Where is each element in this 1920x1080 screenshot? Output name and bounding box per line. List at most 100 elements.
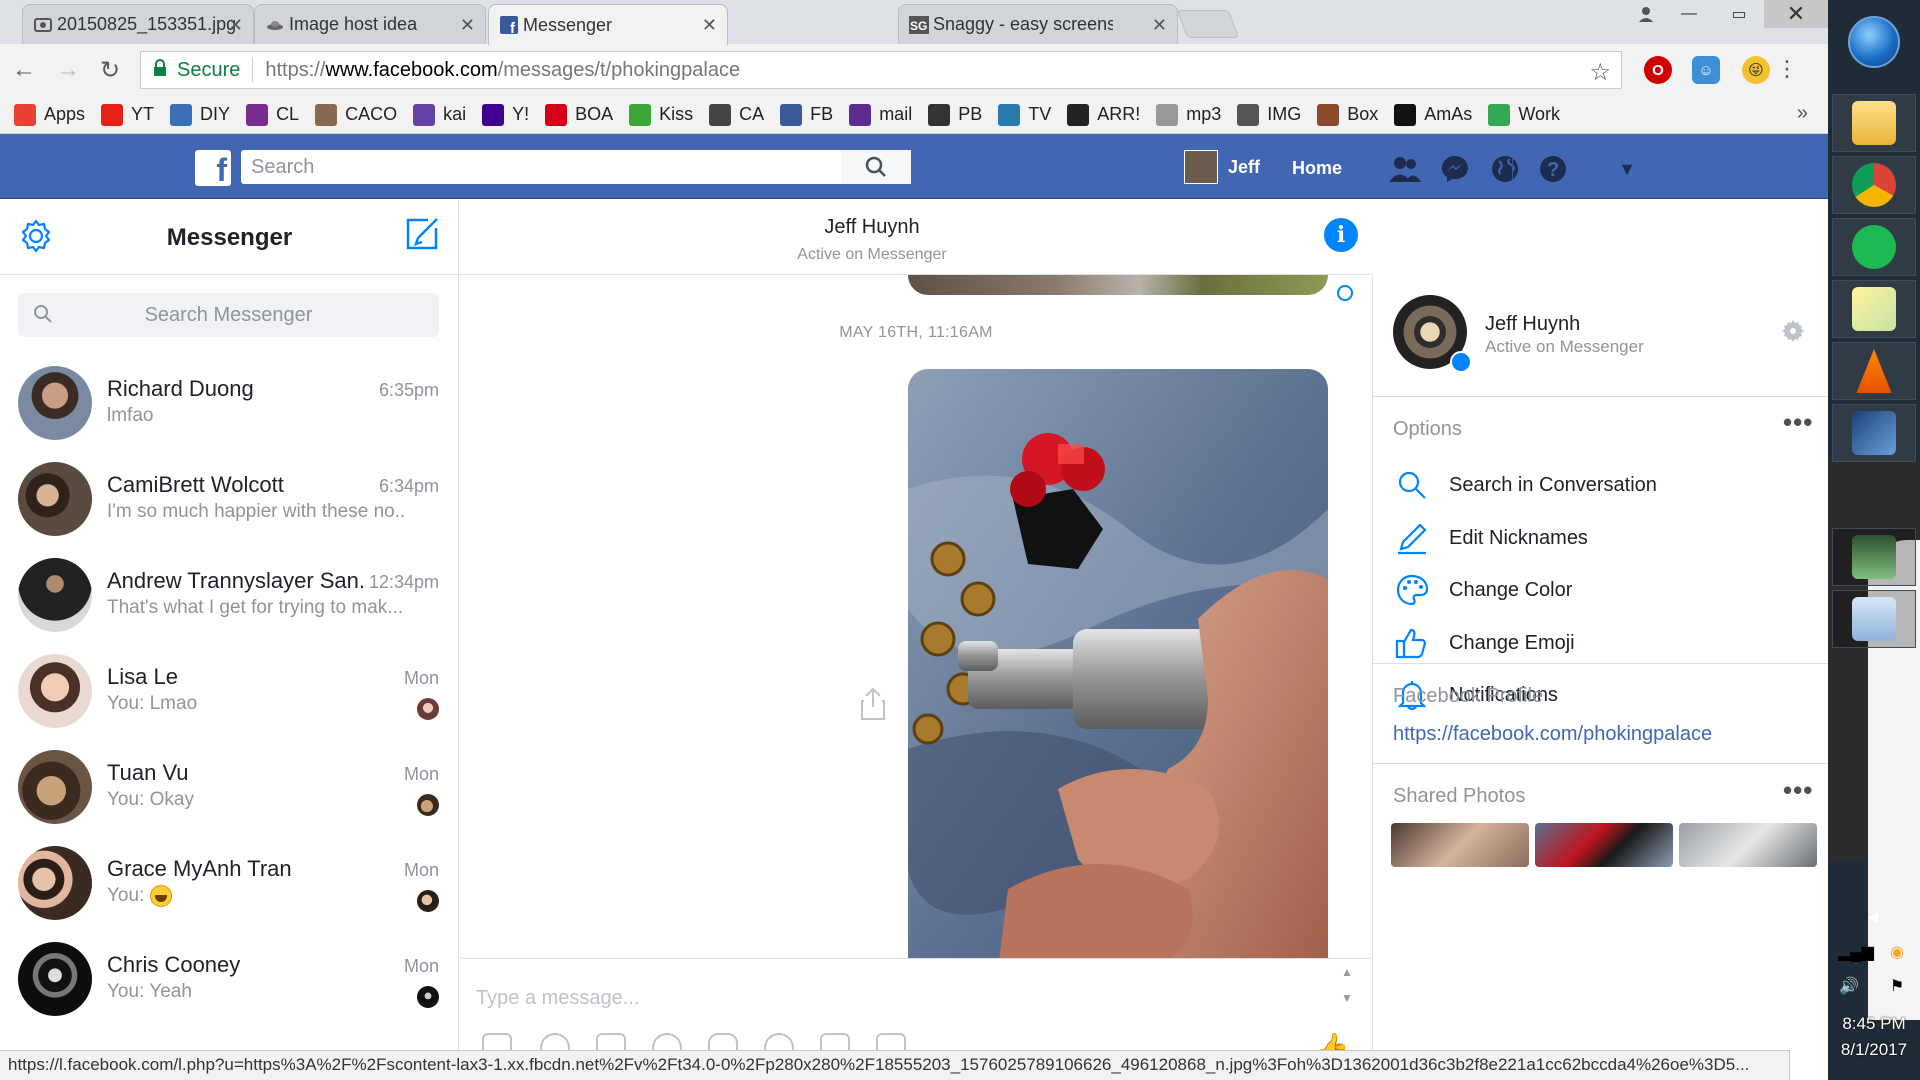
ghostery-icon[interactable]: ☺ bbox=[1692, 56, 1720, 84]
address-bar[interactable]: Secure https://www.facebook.com/messages… bbox=[140, 51, 1622, 89]
conversation-snippet: lmfao bbox=[107, 405, 154, 426]
taskbar-calculator[interactable] bbox=[1832, 590, 1916, 648]
bookmark-kiss[interactable]: Kiss bbox=[629, 103, 693, 126]
bookmark-cl[interactable]: CL bbox=[246, 103, 299, 126]
bookmark-mail[interactable]: mail bbox=[849, 103, 912, 126]
clock-date[interactable]: 8/1/2017 bbox=[1828, 1040, 1920, 1060]
new-message-compose-icon[interactable] bbox=[402, 214, 442, 254]
shared-photo-thumbnail[interactable] bbox=[1679, 823, 1817, 867]
info-icon[interactable]: i bbox=[1324, 218, 1358, 252]
option-edit-nicknames[interactable]: Edit Nicknames bbox=[1395, 518, 1588, 558]
taskbar-explorer[interactable] bbox=[1832, 94, 1916, 152]
notifications-globe-icon[interactable] bbox=[1488, 152, 1522, 186]
bookmark-pb[interactable]: PB bbox=[928, 103, 982, 126]
scroll-up-icon[interactable]: ▲ bbox=[1341, 965, 1353, 979]
new-tab-button[interactable] bbox=[1176, 10, 1240, 38]
taskbar-vlc[interactable] bbox=[1832, 342, 1916, 400]
previous-photo-message[interactable] bbox=[908, 275, 1328, 295]
bookmark-yt[interactable]: YT bbox=[101, 103, 154, 126]
browser-menu-icon[interactable]: ⋮ bbox=[1776, 56, 1798, 82]
tab-photo[interactable]: 20150825_153351.jpg Ph ✕ bbox=[22, 4, 254, 44]
close-tab-icon[interactable]: ✕ bbox=[460, 15, 475, 36]
tab-image-host[interactable]: Image host idea ✕ bbox=[254, 4, 486, 44]
close-tab-icon[interactable]: ✕ bbox=[1152, 15, 1167, 36]
windows-start-button[interactable] bbox=[1848, 16, 1900, 68]
bookmark-kai[interactable]: kai bbox=[413, 103, 466, 126]
friend-requests-icon[interactable] bbox=[1388, 152, 1422, 186]
message-input[interactable]: Type a message... bbox=[476, 987, 639, 1010]
close-tab-icon[interactable]: ✕ bbox=[702, 15, 717, 36]
options-more-icon[interactable]: ••• bbox=[1783, 407, 1813, 438]
option-search-in-conversation[interactable]: Search in Conversation bbox=[1395, 465, 1657, 505]
reload-button[interactable]: ↻ bbox=[94, 54, 126, 86]
minimize-button[interactable]: — bbox=[1664, 0, 1714, 28]
bookmark-tv[interactable]: TV bbox=[998, 103, 1051, 126]
conversation-item[interactable]: Tuan Vu Mon You: Okay bbox=[0, 736, 459, 832]
bookmark-apps[interactable]: Apps bbox=[14, 103, 85, 126]
search-button[interactable] bbox=[841, 150, 911, 184]
more-bookmarks-chevron-icon[interactable]: » bbox=[1797, 102, 1808, 125]
bookmark-work[interactable]: Work bbox=[1488, 103, 1560, 126]
bookmark-ca[interactable]: CA bbox=[709, 103, 764, 126]
show-hidden-icons-chevron-icon[interactable]: ◀ bbox=[1868, 908, 1879, 925]
close-window-button[interactable]: ✕ bbox=[1764, 0, 1828, 28]
profile-link[interactable]: Jeff bbox=[1184, 150, 1260, 184]
search-messenger-input[interactable]: Search Messenger bbox=[18, 293, 439, 337]
messages-icon[interactable] bbox=[1438, 152, 1472, 186]
clock-time[interactable]: 8:45 PM bbox=[1828, 1014, 1920, 1034]
volume-icon[interactable]: 🔊 bbox=[1838, 976, 1860, 998]
bookmark-img[interactable]: IMG bbox=[1237, 103, 1301, 126]
forward-button[interactable]: → bbox=[52, 54, 84, 86]
emoji-extension-icon[interactable]: 😜 bbox=[1742, 56, 1770, 84]
option-change-color[interactable]: Change Color bbox=[1395, 570, 1572, 610]
conversation-item[interactable]: Chris Cooney Mon You: Yeah bbox=[0, 928, 459, 1024]
close-tab-icon[interactable]: ✕ bbox=[228, 15, 243, 36]
bookmark-y-[interactable]: Y! bbox=[482, 103, 529, 126]
shared-photo-thumbnail[interactable] bbox=[1391, 823, 1529, 867]
back-button[interactable]: ← bbox=[8, 54, 40, 86]
bookmark-amas[interactable]: AmAs bbox=[1394, 103, 1472, 126]
account-menu-chevron-down-icon[interactable]: ▼ bbox=[1610, 152, 1644, 186]
conversation-item[interactable]: Richard Duong 6:35pm lmfao bbox=[0, 352, 459, 448]
bookmark-box[interactable]: Box bbox=[1317, 103, 1378, 126]
conversation-title[interactable]: Jeff Huynh bbox=[460, 216, 1284, 239]
tab-snaggy[interactable]: SG Snaggy - easy screensho ✕ bbox=[898, 4, 1178, 44]
option-change-emoji[interactable]: Change Emoji bbox=[1395, 623, 1575, 663]
taskbar-task-manager[interactable] bbox=[1832, 528, 1916, 586]
shared-photo-thumbnail[interactable] bbox=[1535, 823, 1673, 867]
conversation-item[interactable]: Andrew Trannyslayer San... 12:34pm That'… bbox=[0, 544, 459, 640]
shared-photos-more-icon[interactable]: ••• bbox=[1783, 775, 1813, 806]
bookmark-star-icon[interactable]: ☆ bbox=[1589, 58, 1611, 87]
facebook-profile-link[interactable]: https://facebook.com/phokingpalace bbox=[1393, 723, 1712, 746]
network-signal-icon[interactable]: ▂▄▆ bbox=[1838, 942, 1874, 964]
help-icon[interactable]: ? bbox=[1536, 152, 1570, 186]
opera-icon[interactable]: O bbox=[1644, 56, 1672, 84]
tray-app-icon[interactable]: ◉ bbox=[1886, 942, 1908, 964]
bookmark-boa[interactable]: BOA bbox=[545, 103, 613, 126]
contact-name[interactable]: Jeff Huynh bbox=[1485, 313, 1580, 336]
share-icon[interactable] bbox=[860, 687, 886, 721]
taskbar-spotify[interactable] bbox=[1832, 218, 1916, 276]
bookmark-diy[interactable]: DIY bbox=[170, 103, 230, 126]
conversation-item[interactable]: CamiBrett Wolcott 6:34pm I'm so much hap… bbox=[0, 448, 459, 544]
taskbar-app[interactable] bbox=[1832, 404, 1916, 462]
photo-message[interactable] bbox=[908, 369, 1328, 958]
taskbar-chrome[interactable] bbox=[1832, 156, 1916, 214]
taskbar-sticky-notes[interactable] bbox=[1832, 280, 1916, 338]
action-center-flag-icon[interactable]: ⚑ bbox=[1886, 976, 1908, 998]
scroll-down-icon[interactable]: ▼ bbox=[1341, 991, 1353, 1005]
user-profile-icon[interactable] bbox=[1628, 0, 1664, 28]
bookmark-arr-[interactable]: ARR! bbox=[1067, 103, 1140, 126]
tab-messenger[interactable]: f Messenger ✕ bbox=[488, 4, 728, 45]
bookmark-fb[interactable]: FB bbox=[780, 103, 833, 126]
message-thread[interactable]: MAY 16TH, 11:16AM bbox=[460, 275, 1372, 958]
home-link[interactable]: Home bbox=[1292, 158, 1342, 179]
conversation-item[interactable]: Grace MyAnh Tran Mon You: bbox=[0, 832, 459, 928]
conversation-item[interactable]: Lisa Le Mon You: Lmao bbox=[0, 640, 459, 736]
maximize-button[interactable]: ▭ bbox=[1714, 0, 1764, 28]
bookmark-mp3[interactable]: mp3 bbox=[1156, 103, 1221, 126]
contact-settings-gear-icon[interactable] bbox=[1781, 319, 1805, 343]
bookmark-caco[interactable]: CACO bbox=[315, 103, 397, 126]
facebook-logo-icon[interactable]: f bbox=[195, 150, 231, 186]
facebook-search-input[interactable]: Search bbox=[241, 150, 911, 184]
